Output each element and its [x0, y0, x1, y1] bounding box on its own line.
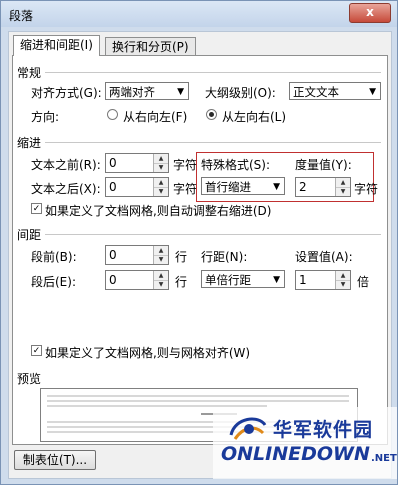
spacing-after-value: 0	[109, 273, 117, 287]
spinner-buttons: ▲ ▼	[153, 178, 168, 196]
close-button[interactable]: x	[349, 3, 391, 23]
measure-unit: 字符	[354, 182, 379, 196]
alignment-label: 对齐方式(G):	[31, 86, 102, 100]
ltr-label: 从左向右(L)	[222, 110, 287, 124]
indent-after-unit: 字符	[173, 182, 198, 196]
spacing-before-unit: 行	[175, 250, 188, 264]
special-format-select[interactable]: 首行缩进 ▼	[201, 177, 285, 195]
setting-value-label: 设置值(A):	[295, 250, 353, 264]
preview-heading: 预览	[17, 372, 42, 386]
measure-spinner[interactable]: 2 ▲ ▼	[295, 177, 351, 197]
swirl-logo-icon	[229, 417, 267, 440]
indent-before-label: 文本之前(R):	[31, 158, 101, 172]
snap-grid-checkbox[interactable]: ✓	[31, 345, 42, 356]
spacing-separator	[45, 234, 381, 235]
indent-before-spinner[interactable]: 0 ▲ ▼	[105, 153, 169, 173]
watermark-net: .NET	[371, 453, 397, 464]
special-format-label: 特殊格式(S):	[201, 158, 271, 172]
chevron-down-icon: ▼	[177, 87, 184, 97]
line-spacing-select[interactable]: 单倍行距 ▼	[201, 270, 285, 288]
spin-down-icon[interactable]: ▼	[154, 187, 168, 196]
spin-down-icon[interactable]: ▼	[154, 163, 168, 172]
tab-panel: 常规 对齐方式(G): 两端对齐 ▼ 大纲级别(O): 正文文本 ▼ 方向: 从…	[12, 55, 388, 445]
rtl-label: 从右向左(F)	[123, 110, 188, 124]
auto-adjust-label: 如果定义了文档网格,则自动调整右缩进(D)	[45, 204, 272, 218]
watermark-en: ONLINEDOWN	[221, 443, 370, 465]
spinner-buttons: ▲ ▼	[335, 271, 350, 289]
indent-heading: 缩进	[17, 136, 42, 150]
measure-value: 2	[299, 180, 307, 194]
tab-stops-button[interactable]: 制表位(T)...	[14, 450, 96, 470]
indent-after-label: 文本之后(X):	[31, 182, 101, 196]
preview-line	[47, 395, 349, 397]
outline-level-value: 正文文本	[293, 85, 339, 99]
setting-value: 1	[299, 273, 307, 287]
snap-grid-label: 如果定义了文档网格,则与网格对齐(W)	[45, 346, 251, 360]
alignment-value: 两端对齐	[109, 85, 155, 99]
chevron-down-icon: ▼	[273, 182, 280, 192]
measure-label: 度量值(Y):	[295, 158, 352, 172]
indent-after-spinner[interactable]: 0 ▲ ▼	[105, 177, 169, 197]
spin-down-icon[interactable]: ▼	[336, 280, 350, 289]
auto-adjust-checkbox[interactable]: ✓	[31, 203, 42, 214]
outline-level-select[interactable]: 正文文本 ▼	[289, 82, 381, 100]
spacing-after-label: 段后(E):	[31, 275, 76, 289]
spinner-buttons: ▲ ▼	[153, 246, 168, 264]
chevron-down-icon: ▼	[369, 87, 376, 97]
spacing-after-spinner[interactable]: 0 ▲ ▼	[105, 270, 169, 290]
setting-value-spinner[interactable]: 1 ▲ ▼	[295, 270, 351, 290]
direction-label: 方向:	[31, 110, 60, 124]
spinner-buttons: ▲ ▼	[153, 154, 168, 172]
indent-before-value: 0	[109, 156, 117, 170]
spin-down-icon[interactable]: ▼	[336, 187, 350, 196]
special-format-value: 首行缩进	[205, 180, 251, 194]
paragraph-dialog: 段落 x 缩进和间距(I) 换行和分页(P) 常规 对齐方式(G): 两端对齐 …	[0, 0, 398, 485]
watermark-cn: 华军软件园	[273, 419, 374, 441]
setting-value-unit: 倍	[357, 275, 370, 289]
preview-line	[47, 400, 349, 402]
tab-line-page-breaks[interactable]: 换行和分页(P)	[105, 37, 196, 56]
site-watermark: 华军软件园 ONLINEDOWN .NET	[213, 407, 397, 479]
tab-indent-spacing[interactable]: 缩进和间距(I)	[13, 35, 100, 56]
outline-level-label: 大纲级别(O):	[205, 86, 276, 100]
spinner-buttons: ▲ ▼	[153, 271, 168, 289]
spacing-after-unit: 行	[175, 275, 188, 289]
indent-separator	[45, 142, 381, 143]
spin-down-icon[interactable]: ▼	[154, 255, 168, 264]
general-heading: 常规	[17, 66, 42, 80]
rtl-radio[interactable]	[107, 109, 118, 120]
spacing-before-spinner[interactable]: 0 ▲ ▼	[105, 245, 169, 265]
ltr-radio[interactable]	[206, 109, 217, 120]
spin-down-icon[interactable]: ▼	[154, 280, 168, 289]
spacing-before-label: 段前(B):	[31, 250, 77, 264]
indent-after-value: 0	[109, 180, 117, 194]
title-bar: 段落 x	[1, 1, 397, 27]
spinner-buttons: ▲ ▼	[335, 178, 350, 196]
alignment-select[interactable]: 两端对齐 ▼	[105, 82, 189, 100]
dialog-title: 段落	[9, 9, 34, 23]
indent-before-unit: 字符	[173, 158, 198, 172]
chevron-down-icon: ▼	[273, 275, 280, 285]
general-separator	[45, 72, 381, 73]
spacing-heading: 间距	[17, 228, 42, 242]
spacing-before-value: 0	[109, 248, 117, 262]
line-spacing-label: 行距(N):	[201, 250, 248, 264]
line-spacing-value: 单倍行距	[205, 273, 251, 287]
